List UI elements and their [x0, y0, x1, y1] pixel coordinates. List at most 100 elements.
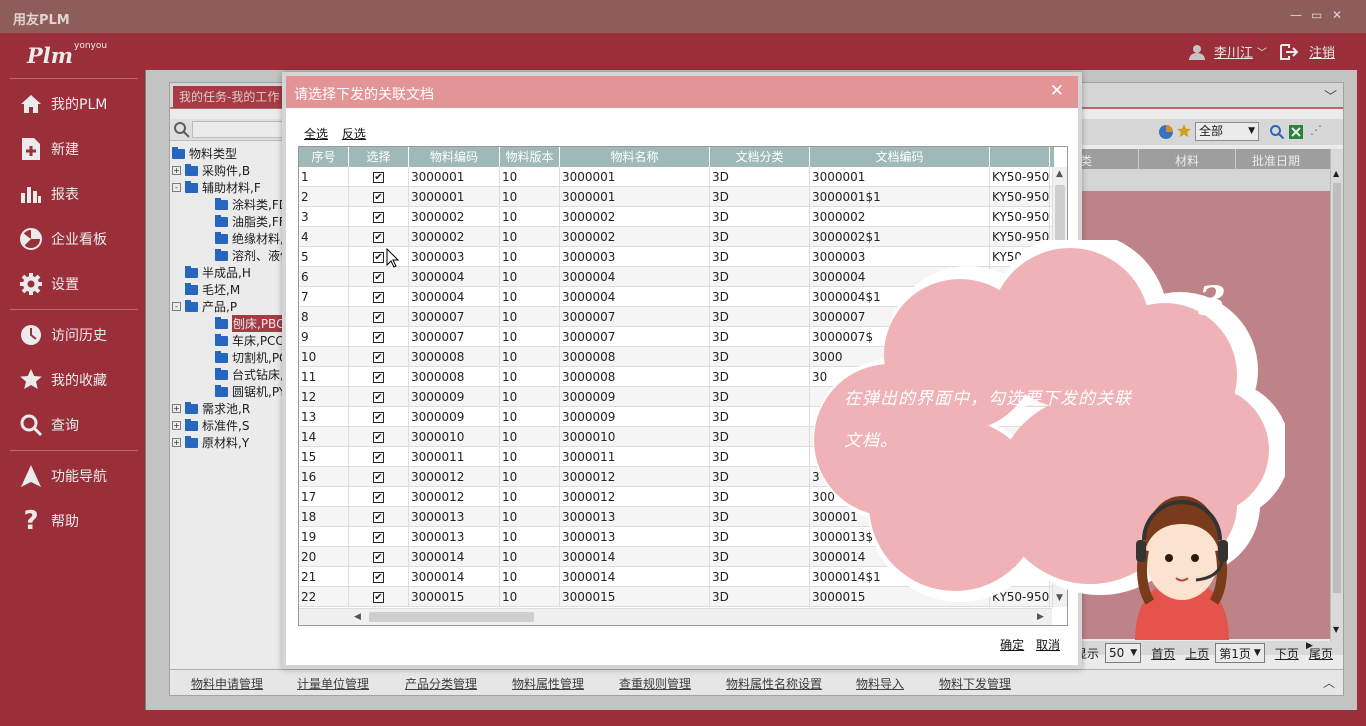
row-select-cell[interactable]: ✔	[349, 187, 409, 207]
invert-selection-link[interactable]: 反选	[342, 127, 366, 141]
row-select-cell[interactable]: ✔	[349, 507, 409, 527]
row-checkbox[interactable]: ✔	[373, 572, 384, 583]
row-select-cell[interactable]: ✔	[349, 467, 409, 487]
grid-cell: 7	[299, 287, 349, 307]
ok-button[interactable]: 确定	[1000, 638, 1024, 652]
row-checkbox[interactable]: ✔	[373, 492, 384, 503]
row-select-cell[interactable]: ✔	[349, 447, 409, 467]
row-checkbox[interactable]: ✔	[373, 552, 384, 563]
row-select-cell[interactable]: ✔	[349, 167, 409, 187]
grid-column-header[interactable]: 序号	[299, 147, 349, 167]
row-checkbox[interactable]: ✔	[373, 512, 384, 523]
grid-cell: 3D	[710, 387, 810, 407]
row-select-cell[interactable]: ✔	[349, 267, 409, 287]
grid-cell: 10	[500, 407, 560, 427]
grid-column-header[interactable]: 物料名称	[560, 147, 710, 167]
row-checkbox[interactable]: ✔	[373, 312, 384, 323]
row-checkbox[interactable]: ✔	[373, 532, 384, 543]
grid-cell: 3000001$1	[810, 187, 990, 207]
row-checkbox[interactable]: ✔	[373, 592, 384, 603]
grid-column-header[interactable]: 选择	[349, 147, 409, 167]
row-select-cell[interactable]: ✔	[349, 247, 409, 267]
grid-column-header[interactable]: 物料编码	[409, 147, 500, 167]
grid-cell: 10	[500, 167, 560, 187]
row-checkbox[interactable]: ✔	[373, 272, 384, 283]
grid-row[interactable]: 1✔30000011030000013D3000001KY50-9503	[299, 167, 1052, 187]
grid-cell: 3000009	[560, 407, 710, 427]
grid-header: 序号 选择 物料编码 物料版本 物料名称 文档分类 文档编码	[299, 147, 1054, 167]
grid-cell: 3D	[710, 267, 810, 287]
plm-app: 用友PLM — ▭ ✕ Plmyonyou 李川江 ﹀ 注销 我的PLM 新建 …	[0, 0, 1366, 726]
grid-cell: 3D	[710, 207, 810, 227]
cancel-button[interactable]: 取消	[1036, 638, 1060, 652]
grid-cell: 10	[500, 447, 560, 467]
grid-cell: 10	[500, 427, 560, 447]
grid-column-header[interactable]: 物料版本	[500, 147, 560, 167]
row-select-cell[interactable]: ✔	[349, 547, 409, 567]
row-checkbox[interactable]: ✔	[373, 292, 384, 303]
row-select-cell[interactable]: ✔	[349, 427, 409, 447]
row-checkbox[interactable]: ✔	[373, 172, 384, 183]
row-select-cell[interactable]: ✔	[349, 327, 409, 347]
row-select-cell[interactable]: ✔	[349, 287, 409, 307]
row-select-cell[interactable]: ✔	[349, 307, 409, 327]
grid-cell: 10	[500, 367, 560, 387]
row-select-cell[interactable]: ✔	[349, 367, 409, 387]
grid-cell: 3D	[710, 347, 810, 367]
row-checkbox[interactable]: ✔	[373, 192, 384, 203]
grid-cell: KY50-9503	[990, 167, 1050, 187]
row-checkbox[interactable]: ✔	[373, 452, 384, 463]
scroll-up-arrow-icon[interactable]: ▲	[1056, 169, 1063, 179]
scroll-left-arrow-icon[interactable]: ◀	[354, 612, 361, 622]
grid-cell: 10	[500, 247, 560, 267]
grid-cell: 10	[500, 267, 560, 287]
grid-cell: 3000015	[560, 587, 710, 607]
grid-cell: 3000011	[560, 447, 710, 467]
grid-column-header[interactable]	[990, 147, 1050, 167]
grid-cell: 3000015	[409, 587, 500, 607]
grid-cell: 3000009	[409, 387, 500, 407]
row-checkbox[interactable]: ✔	[373, 352, 384, 363]
scroll-thumb[interactable]	[369, 612, 534, 622]
grid-cell: 3D	[710, 427, 810, 447]
row-checkbox[interactable]: ✔	[373, 412, 384, 423]
row-select-cell[interactable]: ✔	[349, 587, 409, 607]
grid-row[interactable]: 2✔30000011030000013D3000001$1KY50-9503	[299, 187, 1052, 207]
row-checkbox[interactable]: ✔	[373, 472, 384, 483]
row-select-cell[interactable]: ✔	[349, 487, 409, 507]
grid-cell: 3000008	[409, 347, 500, 367]
grid-cell: 8	[299, 307, 349, 327]
grid-cell: 10	[500, 387, 560, 407]
row-checkbox[interactable]: ✔	[373, 232, 384, 243]
row-select-cell[interactable]: ✔	[349, 527, 409, 547]
dialog-close-icon[interactable]: ✕	[1050, 81, 1064, 101]
row-select-cell[interactable]: ✔	[349, 347, 409, 367]
row-select-cell[interactable]: ✔	[349, 227, 409, 247]
grid-cell: 3000001	[409, 187, 500, 207]
dialog-titlebar: 请选择下发的关联文档 ✕	[286, 76, 1078, 108]
select-all-link[interactable]: 全选	[304, 127, 328, 141]
grid-cell: 3000013	[560, 507, 710, 527]
grid-cell: 10	[500, 347, 560, 367]
grid-cell: 5	[299, 247, 349, 267]
row-checkbox[interactable]: ✔	[373, 392, 384, 403]
row-select-cell[interactable]: ✔	[349, 567, 409, 587]
grid-cell: 3000003	[560, 247, 710, 267]
row-checkbox[interactable]: ✔	[373, 212, 384, 223]
grid-cell: 10	[500, 327, 560, 347]
row-select-cell[interactable]: ✔	[349, 207, 409, 227]
grid-cell: 20	[299, 547, 349, 567]
grid-cell: 10	[299, 347, 349, 367]
row-select-cell[interactable]: ✔	[349, 387, 409, 407]
row-checkbox[interactable]: ✔	[373, 252, 384, 263]
row-checkbox[interactable]: ✔	[373, 432, 384, 443]
grid-cell: 3D	[710, 327, 810, 347]
callout-line: 在弹出的界面中，勾选要下发的关联	[844, 389, 1132, 409]
row-select-cell[interactable]: ✔	[349, 407, 409, 427]
grid-cell: 3000004	[560, 267, 710, 287]
grid-row[interactable]: 3✔30000021030000023D3000002KY50-9503	[299, 207, 1052, 227]
grid-column-header[interactable]: 文档编码	[810, 147, 990, 167]
grid-column-header[interactable]: 文档分类	[710, 147, 810, 167]
row-checkbox[interactable]: ✔	[373, 372, 384, 383]
row-checkbox[interactable]: ✔	[373, 332, 384, 343]
